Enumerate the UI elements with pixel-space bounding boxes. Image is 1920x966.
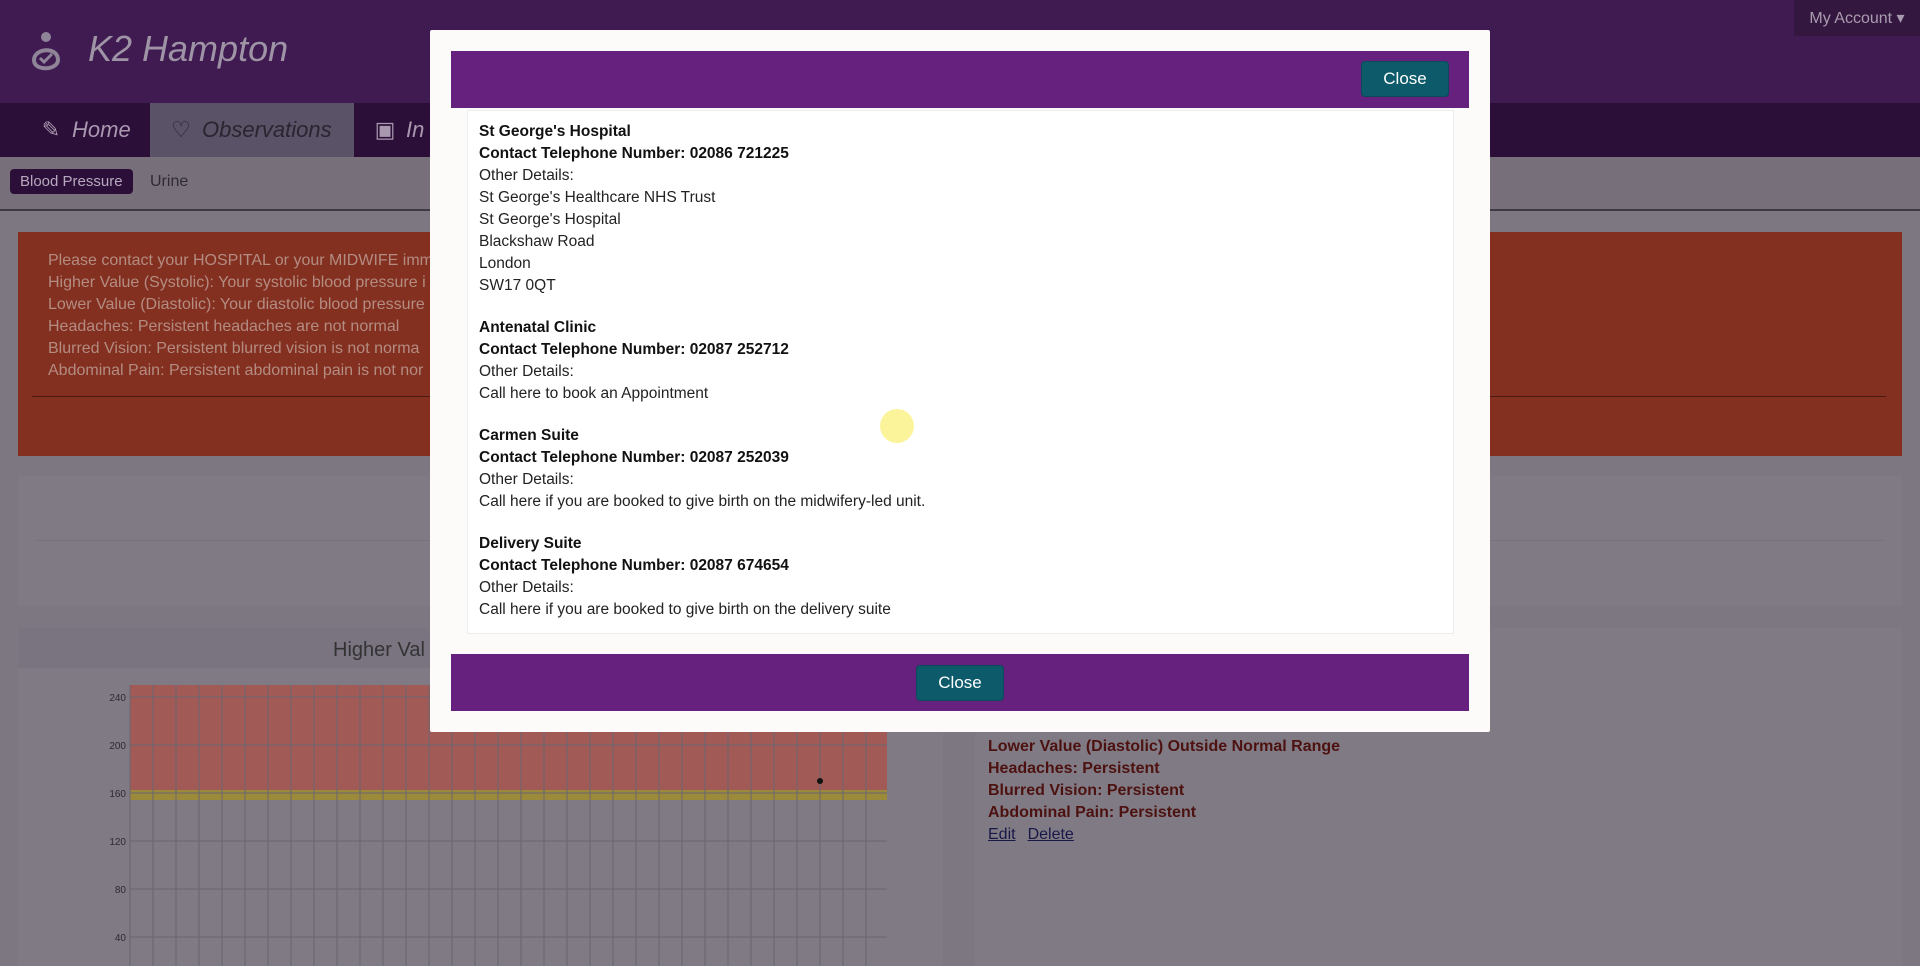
contact-name: St George's Hospital: [479, 123, 631, 140]
detail-line: St George's Healthcare NHS Trust: [479, 189, 716, 206]
detail-line: St George's Hospital: [479, 211, 621, 228]
details-label: Other Details:: [479, 363, 574, 380]
detail-line: Call here if you are booked to give birt…: [479, 601, 891, 618]
modal-footer: Close: [451, 654, 1469, 711]
detail-line: SW17 0QT: [479, 277, 556, 294]
detail-line: London: [479, 255, 531, 272]
details-label: Other Details:: [479, 471, 574, 488]
detail-line: Call here to book an Appointment: [479, 385, 709, 402]
contact-name: Delivery Suite: [479, 535, 582, 552]
contact-st-georges: St George's Hospital Contact Telephone N…: [479, 121, 789, 297]
detail-line: Call here if you are booked to give birt…: [479, 493, 926, 510]
contact-telephone: Contact Telephone Number: 02087 252712: [479, 341, 789, 358]
contact-telephone: Contact Telephone Number: 02086 721225: [479, 145, 789, 162]
cursor-highlight: [880, 409, 914, 443]
contacts-modal: Close St George's Hospital Contact Telep…: [430, 30, 1490, 732]
modal-body: St George's Hospital Contact Telephone N…: [467, 110, 1454, 634]
contact-delivery-suite: Delivery Suite Contact Telephone Number:…: [479, 533, 891, 621]
contact-telephone: Contact Telephone Number: 02087 252039: [479, 449, 789, 466]
modal-header: Close: [451, 51, 1469, 108]
close-button-bottom[interactable]: Close: [916, 665, 1004, 701]
contact-name: Antenatal Clinic: [479, 319, 597, 336]
contact-carmen-suite: Carmen Suite Contact Telephone Number: 0…: [479, 425, 925, 513]
details-label: Other Details:: [479, 167, 574, 184]
close-button-top[interactable]: Close: [1361, 61, 1449, 97]
details-label: Other Details:: [479, 579, 574, 596]
contact-name: Carmen Suite: [479, 427, 579, 444]
contact-antenatal-clinic: Antenatal Clinic Contact Telephone Numbe…: [479, 317, 789, 405]
detail-line: Blackshaw Road: [479, 233, 595, 250]
contact-telephone: Contact Telephone Number: 02087 674654: [479, 557, 789, 574]
